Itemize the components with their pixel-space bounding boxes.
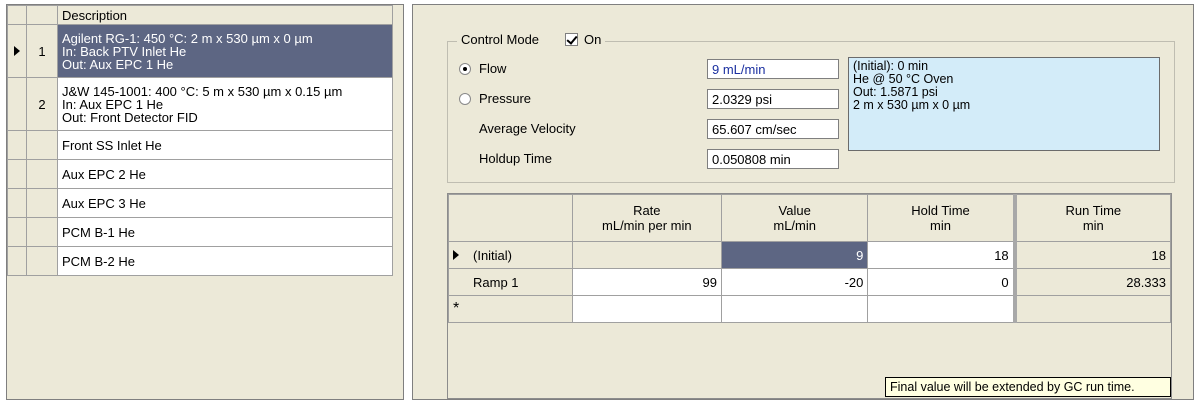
hold-time-cell[interactable]: 18 xyxy=(867,241,1016,269)
row-indicator xyxy=(7,159,27,189)
hold-time-cell[interactable]: 0 xyxy=(867,268,1016,296)
row-number xyxy=(26,130,58,160)
row-indicator-header xyxy=(7,5,27,25)
description-header[interactable]: Description xyxy=(57,5,393,25)
pressure-radio[interactable] xyxy=(459,92,471,105)
column-description[interactable]: Aux EPC 2 He xyxy=(57,159,393,189)
flow-ramp-table-container: Rate mL/min per min Value mL/min Hold Ti… xyxy=(447,193,1172,399)
control-mode-legend: Control Mode On xyxy=(457,32,606,47)
initial-row-label: (Initial) xyxy=(473,247,513,263)
row-indicator xyxy=(7,246,27,276)
hold-time-cell[interactable] xyxy=(867,295,1016,323)
rate-cell xyxy=(571,241,722,269)
pressure-radio-option[interactable]: Pressure xyxy=(459,91,531,106)
row-indicator xyxy=(7,217,27,247)
column-description[interactable]: PCM B-2 He xyxy=(57,246,393,276)
holdup-time-input[interactable]: 0.050808 min xyxy=(707,149,839,169)
column-name: J&W 145-1001: 400 °C: 5 m x 530 µm x 0.1… xyxy=(62,83,343,99)
column-outlet: Out: Front Detector FID xyxy=(62,109,198,125)
hold-time-header-unit: min xyxy=(930,218,951,233)
row-indicator xyxy=(7,24,27,78)
column-name: Agilent RG-1: 450 °C: 2 m x 530 µm x 0 µ… xyxy=(62,30,313,46)
column-description[interactable]: PCM B-1 He xyxy=(57,217,393,247)
run-time-cell xyxy=(1012,295,1171,323)
column-row[interactable]: 2 J&W 145-1001: 400 °C: 5 m x 530 µm x 0… xyxy=(7,77,393,131)
column-description[interactable]: J&W 145-1001: 400 °C: 5 m x 530 µm x 0.1… xyxy=(57,77,393,131)
ramp-row-1[interactable]: Ramp 1 99 -20 0 28.333 xyxy=(448,268,1171,296)
run-time-cell: 28.333 xyxy=(1012,268,1171,296)
column-list-grid: Description 1 Agilent RG-1: 450 °C: 2 m … xyxy=(7,5,393,276)
pressure-input[interactable]: 2.0329 psi xyxy=(707,89,839,109)
new-row-indicator[interactable]: * xyxy=(448,295,573,323)
value-header-title: Value xyxy=(778,203,811,218)
ramp-row-label[interactable]: Ramp 1 xyxy=(448,268,573,296)
flow-ramp-table: Rate mL/min per min Value mL/min Hold Ti… xyxy=(448,194,1171,323)
rate-header-title: Rate xyxy=(633,203,661,218)
column-row[interactable]: Aux EPC 2 He xyxy=(7,159,393,189)
row-indicator xyxy=(7,130,27,160)
ramp-header-row: Rate mL/min per min Value mL/min Hold Ti… xyxy=(448,194,1171,242)
ramp-row-initial[interactable]: (Initial) 9 18 18 xyxy=(448,241,1171,269)
value-column-header: Value mL/min xyxy=(720,194,869,242)
run-time-cell: 18 xyxy=(1012,241,1171,269)
current-row-arrow-icon xyxy=(453,250,459,260)
column-outlet: Out: Aux EPC 1 He xyxy=(62,56,174,72)
value-cell[interactable]: 9 xyxy=(720,241,869,269)
row-number xyxy=(26,188,58,218)
ramp-header-corner xyxy=(448,194,573,242)
info-line: 2 m x 530 µm x 0 µm xyxy=(853,98,971,112)
run-time-tooltip: Final value will be extended by GC run t… xyxy=(885,377,1171,397)
average-velocity-input[interactable]: 65.607 cm/sec xyxy=(707,119,839,139)
column-inlet: In: Back PTV Inlet He xyxy=(62,43,187,59)
value-cell[interactable]: -20 xyxy=(720,268,869,296)
new-row-asterisk-icon: * xyxy=(453,300,460,317)
row-indicator xyxy=(7,77,27,131)
column-description[interactable]: Agilent RG-1: 450 °C: 2 m x 530 µm x 0 µ… xyxy=(57,24,393,78)
row-number-header xyxy=(26,5,58,25)
column-list-panel: Description 1 Agilent RG-1: 450 °C: 2 m … xyxy=(6,4,404,400)
rate-column-header: Rate mL/min per min xyxy=(571,194,722,242)
ramp1-row-label: Ramp 1 xyxy=(473,274,519,290)
row-number xyxy=(26,159,58,189)
flow-input[interactable]: 9 mL/min xyxy=(707,59,839,79)
holdup-time-label: Holdup Time xyxy=(479,151,552,166)
ramp-new-row[interactable]: * xyxy=(448,295,1171,323)
run-time-header-title: Run Time xyxy=(1065,203,1122,218)
run-time-header-unit: min xyxy=(1082,218,1104,233)
value-header-unit: mL/min xyxy=(773,218,816,233)
average-velocity-label: Average Velocity xyxy=(479,121,576,136)
rate-cell[interactable] xyxy=(571,295,722,323)
column-row[interactable]: Aux EPC 3 He xyxy=(7,188,393,218)
control-mode-label: Control Mode xyxy=(461,32,540,47)
column-inlet: In: Aux EPC 1 He xyxy=(62,96,164,112)
run-time-column-header: Run Time min xyxy=(1012,194,1171,242)
column-info-box: (Initial): 0 min He @ 50 °C Oven Out: 1.… xyxy=(848,57,1160,151)
ramp-row-label[interactable]: (Initial) xyxy=(448,241,573,269)
column-row[interactable]: Front SS Inlet He xyxy=(7,130,393,160)
current-row-arrow-icon xyxy=(14,45,20,56)
pressure-radio-label[interactable]: Pressure xyxy=(479,91,531,106)
flow-control-panel: Control Mode On Flow Pressure Average Ve… xyxy=(412,4,1194,400)
control-on-label[interactable]: On xyxy=(584,32,601,47)
flow-radio-label[interactable]: Flow xyxy=(479,61,506,76)
hold-time-column-header: Hold Time min xyxy=(867,194,1016,242)
column-row[interactable]: PCM B-1 He xyxy=(7,217,393,247)
row-number: 1 xyxy=(26,24,58,78)
rate-header-unit: mL/min per min xyxy=(602,218,692,233)
column-row[interactable]: PCM B-2 He xyxy=(7,246,393,276)
row-number xyxy=(26,246,58,276)
hold-time-header-title: Hold Time xyxy=(911,203,970,218)
column-row[interactable]: 1 Agilent RG-1: 450 °C: 2 m x 530 µm x 0… xyxy=(7,24,393,78)
control-on-checkbox[interactable] xyxy=(565,33,579,46)
row-indicator xyxy=(7,188,27,218)
rate-cell[interactable]: 99 xyxy=(571,268,722,296)
column-description[interactable]: Aux EPC 3 He xyxy=(57,188,393,218)
row-number: 2 xyxy=(26,77,58,131)
flow-radio[interactable] xyxy=(459,62,471,75)
value-cell[interactable] xyxy=(720,295,869,323)
flow-radio-option[interactable]: Flow xyxy=(459,61,506,76)
row-number xyxy=(26,217,58,247)
column-description[interactable]: Front SS Inlet He xyxy=(57,130,393,160)
